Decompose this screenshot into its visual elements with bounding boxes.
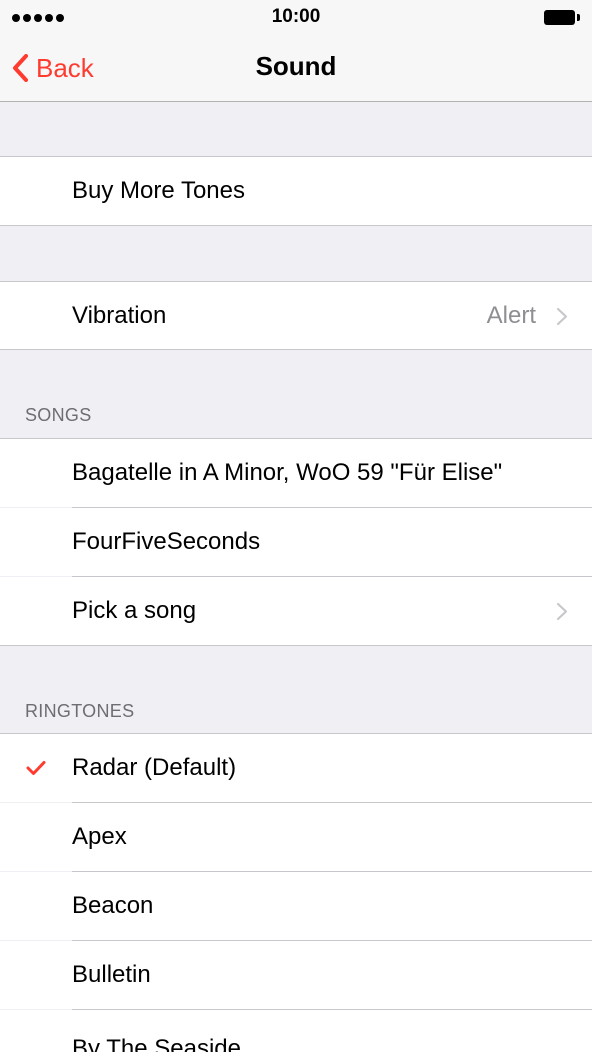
vibration-label: Vibration xyxy=(72,302,167,329)
song-label: FourFiveSeconds xyxy=(72,528,261,555)
divider xyxy=(0,349,592,350)
status-bar: 10:00 xyxy=(0,0,592,36)
page-title: Sound xyxy=(255,51,337,81)
ringtone-label: Apex xyxy=(72,823,127,850)
battery-icon xyxy=(544,10,580,25)
vibration-cell[interactable]: Vibration Alert xyxy=(0,282,592,350)
ringtone-item[interactable]: By The Seaside xyxy=(0,1010,592,1052)
pick-a-song-cell[interactable]: Pick a song xyxy=(0,577,592,645)
ringtones-section-header: RINGTONES xyxy=(25,701,135,721)
song-label: Bagatelle in A Minor, WoO 59 "Für Elise" xyxy=(72,459,503,486)
divider xyxy=(0,645,592,646)
navigation-bar: Back Sound xyxy=(0,36,592,102)
divider xyxy=(0,225,592,226)
song-item[interactable]: Bagatelle in A Minor, WoO 59 "Für Elise" xyxy=(0,439,592,507)
vibration-value: Alert xyxy=(486,302,536,329)
ringtone-label: Radar (Default) xyxy=(72,754,237,781)
songs-section-header: SONGS xyxy=(25,405,92,425)
ringtone-label: By The Seaside xyxy=(72,1035,241,1052)
ringtone-item[interactable]: Apex xyxy=(0,803,592,871)
checkmark-icon xyxy=(26,761,46,775)
ringtone-label: Beacon xyxy=(72,892,154,919)
status-time: 10:00 xyxy=(271,6,321,27)
ringtone-label: Bulletin xyxy=(72,961,151,988)
song-item[interactable]: FourFiveSeconds xyxy=(0,508,592,576)
buy-more-tones-cell[interactable]: Buy More Tones xyxy=(0,157,592,225)
buy-more-tones-label: Buy More Tones xyxy=(72,177,245,204)
ringtone-item[interactable]: Beacon xyxy=(0,872,592,940)
chevron-right-icon xyxy=(556,307,568,326)
pick-a-song-label: Pick a song xyxy=(72,597,197,624)
ringtone-item[interactable]: Radar (Default) xyxy=(0,734,592,802)
ringtone-item[interactable]: Bulletin xyxy=(0,941,592,1009)
chevron-right-icon xyxy=(556,602,568,621)
